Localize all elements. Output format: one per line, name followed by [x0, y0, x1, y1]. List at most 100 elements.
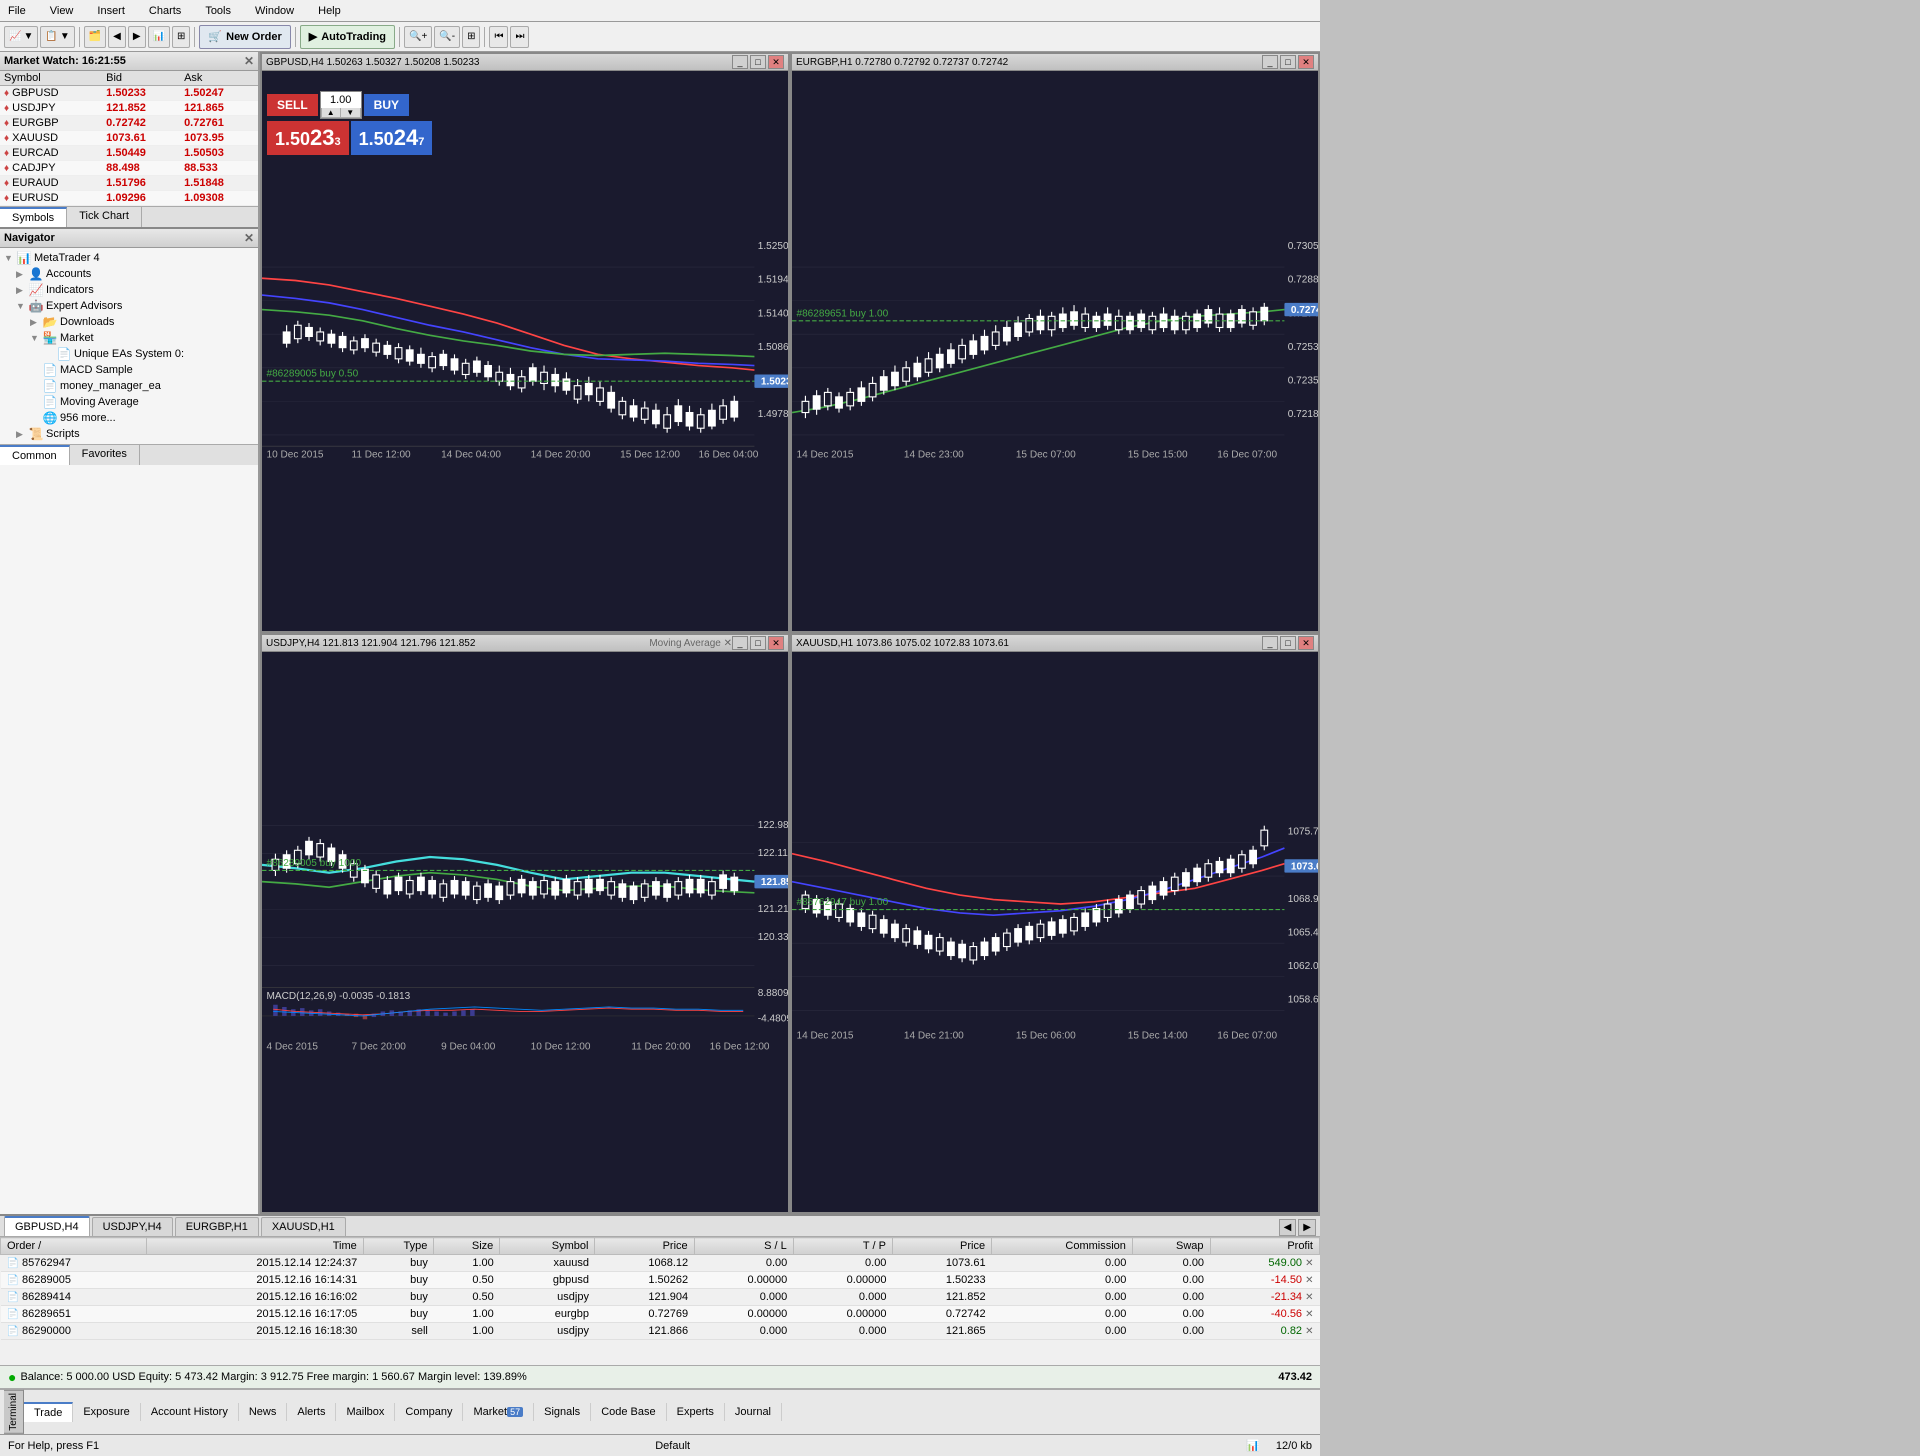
market-watch-row[interactable]: ♦ USDJPY 121.852 121.865: [0, 101, 258, 116]
term-tab-news[interactable]: News: [239, 1403, 288, 1421]
nav-mt4[interactable]: ▼ 📊 MetaTrader 4: [2, 250, 256, 266]
tab-tick-chart[interactable]: Tick Chart: [67, 207, 142, 227]
col-commission[interactable]: Commission: [992, 1238, 1133, 1255]
xauusd-minimize[interactable]: _: [1262, 636, 1278, 650]
menu-tools[interactable]: Tools: [201, 4, 235, 18]
toolbar-new-chart-btn[interactable]: 📈▼: [4, 26, 38, 48]
col-size[interactable]: Size: [434, 1238, 500, 1255]
chart-tab-xauusd[interactable]: XAUUSD,H1: [261, 1217, 346, 1236]
term-tab-company[interactable]: Company: [395, 1403, 463, 1421]
market-watch-row[interactable]: ♦ EURCAD 1.50449 1.50503: [0, 146, 258, 161]
menu-file[interactable]: File: [4, 4, 30, 18]
col-order[interactable]: Order /: [1, 1238, 147, 1255]
eurgbp-close[interactable]: ✕: [1298, 55, 1314, 69]
col-symbol[interactable]: Symbol: [500, 1238, 595, 1255]
nav-moving-avg[interactable]: ▶ 📄 Moving Average: [2, 394, 256, 410]
col-price-close[interactable]: Price: [892, 1238, 991, 1255]
col-sl[interactable]: S / L: [694, 1238, 793, 1255]
usdjpy-minimize[interactable]: _: [732, 636, 748, 650]
eurgbp-maximize[interactable]: □: [1280, 55, 1296, 69]
nav-expert-advisors[interactable]: ▼ 🤖 Expert Advisors: [2, 298, 256, 314]
toolbar-view-btn[interactable]: ⊞: [462, 26, 480, 48]
term-tab-journal[interactable]: Journal: [725, 1403, 782, 1421]
nav-macd[interactable]: ▶ 📄 MACD Sample: [2, 362, 256, 378]
col-tp[interactable]: T / P: [793, 1238, 892, 1255]
market-watch-row[interactable]: ♦ XAUUSD 1073.61 1073.95: [0, 131, 258, 146]
market-watch-row[interactable]: ♦ CADJPY 88.498 88.533: [0, 161, 258, 176]
toolbar-grid-btn[interactable]: ⊞: [172, 26, 190, 48]
menu-charts[interactable]: Charts: [145, 4, 185, 18]
menu-help[interactable]: Help: [314, 4, 345, 18]
trade-table-row[interactable]: 📄 86289651 2015.12.16 16:17:05 buy 1.00 …: [1, 1306, 1320, 1323]
market-watch-row[interactable]: ♦ GBPUSD 1.50233 1.50247: [0, 86, 258, 101]
buy-button[interactable]: BUY: [364, 94, 409, 116]
usdjpy-close[interactable]: ✕: [768, 636, 784, 650]
tab-next-btn[interactable]: ▶: [1298, 1219, 1316, 1236]
navigator-close[interactable]: ✕: [244, 231, 254, 245]
toolbar-template-btn[interactable]: 📋▼: [40, 26, 74, 48]
terminal-label[interactable]: Terminal: [4, 1390, 24, 1434]
toolbar-next-btn[interactable]: ⏭: [510, 26, 529, 48]
term-tab-market[interactable]: Market57: [463, 1403, 534, 1421]
lot-up-btn[interactable]: ▲: [321, 108, 341, 118]
col-type[interactable]: Type: [363, 1238, 434, 1255]
toolbar-forward-btn[interactable]: ▶: [128, 26, 146, 48]
market-watch-row[interactable]: ♦ EURGBP 0.72742 0.72761: [0, 116, 258, 131]
nav-tab-favorites[interactable]: Favorites: [70, 445, 140, 465]
sell-button[interactable]: SELL: [267, 94, 318, 116]
toolbar-chart-btn[interactable]: 📊: [148, 26, 170, 48]
xauusd-close[interactable]: ✕: [1298, 636, 1314, 650]
xauusd-maximize[interactable]: □: [1280, 636, 1296, 650]
toolbar-zoom-in-btn[interactable]: 🔍+: [404, 26, 432, 48]
tab-prev-btn[interactable]: ◀: [1279, 1219, 1297, 1236]
toolbar-back-btn[interactable]: ◀: [108, 26, 126, 48]
toolbar-prev-btn[interactable]: ⏮: [489, 26, 508, 48]
usdjpy-maximize[interactable]: □: [750, 636, 766, 650]
nav-market[interactable]: ▼ 🏪 Market: [2, 330, 256, 346]
trade-table-row[interactable]: 📄 86289414 2015.12.16 16:16:02 buy 0.50 …: [1, 1289, 1320, 1306]
menu-window[interactable]: Window: [251, 4, 298, 18]
market-watch-row[interactable]: ♦ EURAUD 1.51796 1.51848: [0, 176, 258, 191]
lot-down-btn[interactable]: ▼: [341, 108, 361, 118]
trade-table-row[interactable]: 📄 86290000 2015.12.16 16:18:30 sell 1.00…: [1, 1323, 1320, 1340]
nav-unique-ea[interactable]: ▶ 📄 Unique EAs System 0:: [2, 346, 256, 362]
chart-tab-usdjpy[interactable]: USDJPY,H4: [92, 1217, 173, 1236]
col-profit[interactable]: Profit: [1210, 1238, 1319, 1255]
term-tab-trade[interactable]: Trade: [24, 1402, 73, 1422]
term-tab-experts[interactable]: Experts: [667, 1403, 725, 1421]
term-tab-mailbox[interactable]: Mailbox: [336, 1403, 395, 1421]
menu-insert[interactable]: Insert: [93, 4, 129, 18]
gbpusd-minimize[interactable]: _: [732, 55, 748, 69]
chart-tab-eurgbp[interactable]: EURGBP,H1: [175, 1217, 259, 1236]
trade-table-row[interactable]: 📄 86289005 2015.12.16 16:14:31 buy 0.50 …: [1, 1272, 1320, 1289]
term-tab-code-base[interactable]: Code Base: [591, 1403, 666, 1421]
eurgbp-minimize[interactable]: _: [1262, 55, 1278, 69]
nav-accounts[interactable]: ▶ 👤 Accounts: [2, 266, 256, 282]
toolbar-profiles-btn[interactable]: 🗂️: [84, 26, 106, 48]
chart-tab-gbpusd[interactable]: GBPUSD,H4: [4, 1216, 90, 1236]
col-swap[interactable]: Swap: [1132, 1238, 1210, 1255]
nav-scripts[interactable]: ▶ 📜 Scripts: [2, 426, 256, 442]
nav-downloads[interactable]: ▶ 📂 Downloads: [2, 314, 256, 330]
nav-indicators[interactable]: ▶ 📈 Indicators: [2, 282, 256, 298]
col-symbol[interactable]: Symbol: [0, 71, 102, 86]
new-order-button[interactable]: 🛒 New Order: [199, 25, 290, 49]
term-tab-exposure[interactable]: Exposure: [73, 1403, 140, 1421]
term-tab-signals[interactable]: Signals: [534, 1403, 591, 1421]
term-tab-account-history[interactable]: Account History: [141, 1403, 239, 1421]
tab-symbols[interactable]: Symbols: [0, 207, 67, 227]
trade-table-row[interactable]: 📄 85762947 2015.12.14 12:24:37 buy 1.00 …: [1, 1255, 1320, 1272]
nav-more[interactable]: ▶ 🌐 956 more...: [2, 410, 256, 426]
market-watch-row[interactable]: ♦ EURUSD 1.09296 1.09308: [0, 191, 258, 206]
col-time[interactable]: Time: [147, 1238, 363, 1255]
col-ask[interactable]: Ask: [180, 71, 258, 86]
auto-trading-button[interactable]: ▶ AutoTrading: [300, 25, 395, 49]
col-price-open[interactable]: Price: [595, 1238, 694, 1255]
gbpusd-close[interactable]: ✕: [768, 55, 784, 69]
lot-input[interactable]: [321, 92, 361, 108]
gbpusd-maximize[interactable]: □: [750, 55, 766, 69]
market-watch-close[interactable]: ✕: [244, 54, 254, 68]
term-tab-alerts[interactable]: Alerts: [287, 1403, 336, 1421]
nav-money-manager[interactable]: ▶ 📄 money_manager_ea: [2, 378, 256, 394]
toolbar-zoom-out-btn[interactable]: 🔍-: [434, 26, 460, 48]
